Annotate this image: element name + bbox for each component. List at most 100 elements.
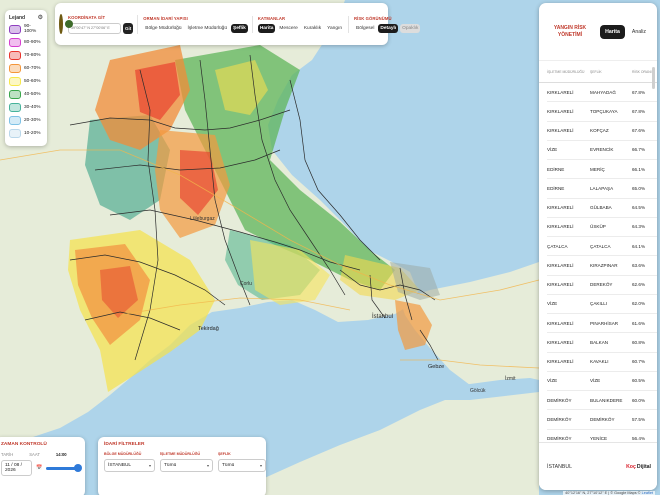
date-input[interactable]: 11 / 08 / 2026: [1, 460, 32, 476]
table-row[interactable]: KIRKLARELİ TOPÇUKAYA 67.8%: [547, 102, 657, 122]
table-row[interactable]: ÇATALCA ÇATALCA 64.1%: [547, 237, 657, 257]
admin-structure-options: Bölge Müdürlüğü İşletme Müdürlüğü Şeflik: [143, 23, 248, 33]
col-header-directorate[interactable]: İŞLETME MÜDÜRLÜĞÜ: [547, 70, 590, 74]
toggle-map-button[interactable]: Harita: [600, 24, 625, 39]
filter-select[interactable]: İSTANBUL ▾: [104, 459, 155, 472]
table-row[interactable]: KIRKLARELİ KAVAKLI 60.7%: [547, 353, 657, 372]
admin-structure-title: ORMAN İDARİ YAPISI: [143, 15, 188, 21]
cell-risk: 64.5%: [632, 205, 646, 211]
risk-view-option[interactable]: Bölgesel: [354, 24, 376, 33]
cell-directorate: KIRKLARELİ: [547, 282, 574, 288]
table-row[interactable]: VİZE EVRENCİK 66.7%: [547, 141, 657, 160]
coordinate-section: KOORDİNATA GİT Git: [68, 14, 139, 34]
risk-legend: Lejand ⚙ 90-100% 80-90% 70-80% 60-70% 50-60%…: [5, 10, 47, 146]
table-row[interactable]: KIRKLARELİ PINARHİSAR 61.6%: [547, 314, 657, 334]
col-header-risk[interactable]: RİSK ORANI: [632, 70, 652, 74]
go-button[interactable]: Git: [123, 22, 134, 34]
top-toolbar: KOORDİNATA GİT Git ORMAN İDARİ YAPISI Bö…: [55, 3, 421, 45]
layers-options: Harita Mescere Kuraklık Yangın: [257, 23, 344, 33]
settings-icon[interactable]: ⚙: [38, 14, 43, 21]
footer-region: İSTANBUL: [547, 463, 572, 470]
filter-select[interactable]: Tümü ▾: [160, 459, 213, 472]
cell-chiefdom: DEMİRKÖY: [590, 416, 615, 422]
risk-table-body[interactable]: KIRKLARELİ MAHYADAĞ 67.8% KIRKLARELİ TOPÇUKA…: [539, 83, 657, 449]
cell-chiefdom: LALAPAŞA: [590, 185, 614, 191]
filter-label: ŞEFLİK: [218, 452, 231, 456]
cell-chiefdom: BALKAN: [590, 339, 609, 345]
cell-risk: 64.1%: [632, 243, 646, 249]
cell-chiefdom: KIRAZPINAR: [590, 262, 618, 268]
legend-swatch: [9, 103, 21, 112]
table-row[interactable]: DEMİRKÖY DEMİRKÖY 57.5%: [547, 410, 657, 430]
filter-fields: BÖLGE MÜDÜRLÜĞÜ İSTANBUL ▾ İŞLETME MÜDÜRLÜĞ…: [104, 452, 266, 472]
cell-chiefdom: BULANIKDERE: [590, 397, 623, 403]
table-row[interactable]: KIRKLARELİ KOFÇAZ 67.6%: [547, 122, 657, 141]
filter-select[interactable]: Tümü ▾: [218, 459, 266, 472]
layer-option[interactable]: Kuraklık: [302, 24, 323, 33]
panel-footer: İSTANBUL Koç Dijital: [539, 442, 657, 490]
calendar-icon[interactable]: 📅: [36, 465, 42, 471]
cell-chiefdom: KAVAKLI: [590, 359, 609, 365]
filter-value: Tümü: [222, 463, 235, 468]
table-row[interactable]: EDİRNE MERİÇ 66.1%: [547, 160, 657, 180]
table-row[interactable]: KIRKLARELİ ÜSKÜP 64.3%: [547, 218, 657, 237]
filter-label: İŞLETME MÜDÜRLÜĞÜ: [160, 452, 201, 456]
cell-chiefdom: MAHYADAĞ: [590, 89, 616, 95]
legend-item: 50-60%: [9, 77, 43, 86]
attribution-link[interactable]: Leaflet: [642, 491, 653, 495]
toggle-analysis-button[interactable]: Analiz: [627, 25, 651, 39]
risk-view-option[interactable]: Detaylı: [378, 23, 399, 33]
layer-option[interactable]: Mescere: [277, 24, 299, 33]
legend-title: Lejand: [9, 14, 26, 21]
admin-structure-option[interactable]: Bölge Müdürlüğü: [143, 24, 183, 33]
table-header: İŞLETME MÜDÜRLÜĞÜ ŞEFLİK RİSK ORANI: [539, 61, 657, 83]
coordinate-title: KOORDİNATA GİT: [68, 14, 106, 20]
cell-directorate: VİZE: [547, 301, 558, 307]
cell-chiefdom: VİZE: [590, 378, 601, 384]
risk-view-option[interactable]: Opaklık: [400, 23, 421, 33]
legend-label: 30-40%: [24, 105, 41, 110]
admin-structure-option[interactable]: Şeflik: [231, 23, 248, 33]
table-row[interactable]: KIRKLARELİ BALKAN 60.8%: [547, 333, 657, 353]
filter-value: Tümü: [164, 463, 177, 468]
legend-item: 30-40%: [9, 103, 43, 112]
layer-option[interactable]: Yangın: [325, 24, 344, 33]
cell-risk: 67.6%: [632, 128, 646, 134]
legend-item: 10-20%: [9, 129, 43, 138]
chevron-down-icon: ▾: [259, 463, 262, 468]
coordinate-input[interactable]: [68, 22, 121, 34]
admin-filters-title: İDARİ FİLTRELER: [104, 442, 145, 447]
city-label-corlu: Çorlu: [240, 281, 252, 287]
time-slider[interactable]: [46, 463, 82, 472]
table-row[interactable]: KIRKLARELİ KIRAZPINAR 63.6%: [547, 256, 657, 276]
table-row[interactable]: VİZE ÇAKILLI 62.0%: [547, 295, 657, 314]
panel-scrollbar[interactable]: [652, 65, 655, 445]
cell-directorate: VİZE: [547, 147, 558, 153]
cell-chiefdom: YENİCE: [590, 436, 608, 442]
cell-risk: 60.0%: [632, 397, 646, 403]
cell-chiefdom: ÇAKILLI: [590, 301, 608, 307]
brand-logo: Koç Dijital: [626, 464, 651, 470]
legend-swatch: [9, 129, 21, 138]
risk-view-section: RİSK GÖRÜNÜMÜ Bölgesel Detaylı Opaklık: [354, 16, 424, 33]
col-header-chiefdom[interactable]: ŞEFLİK: [590, 70, 632, 74]
table-row[interactable]: VİZE VİZE 60.5%: [547, 372, 657, 391]
cell-risk: 60.7%: [632, 359, 646, 365]
cell-risk: 66.1%: [632, 166, 646, 172]
cell-directorate: DEMİRKÖY: [547, 397, 572, 403]
cell-directorate: DEMİRKÖY: [547, 416, 572, 422]
admin-structure-option[interactable]: İşletme Müdürlüğü: [186, 24, 229, 33]
cell-directorate: ÇATALCA: [547, 243, 568, 249]
cell-directorate: EDİRNE: [547, 166, 565, 172]
table-row[interactable]: EDİRNE LALAPAŞA 65.0%: [547, 179, 657, 199]
table-row[interactable]: KIRKLARELİ DEREKÖY 62.6%: [547, 276, 657, 295]
cell-risk: 62.6%: [632, 282, 646, 288]
time-slider-knob[interactable]: [74, 463, 82, 472]
table-row[interactable]: KIRKLARELİ GÜLBABA 64.5%: [547, 199, 657, 218]
cell-directorate: KIRKLARELİ: [547, 224, 574, 230]
table-row[interactable]: DEMİRKÖY BULANIKDERE 60.0%: [547, 391, 657, 411]
layer-option[interactable]: Harita: [257, 23, 276, 33]
legend-label: 20-30%: [24, 118, 41, 123]
table-row[interactable]: KIRKLARELİ MAHYADAĞ 67.8%: [547, 83, 657, 103]
cell-chiefdom: GÜLBABA: [590, 205, 612, 211]
